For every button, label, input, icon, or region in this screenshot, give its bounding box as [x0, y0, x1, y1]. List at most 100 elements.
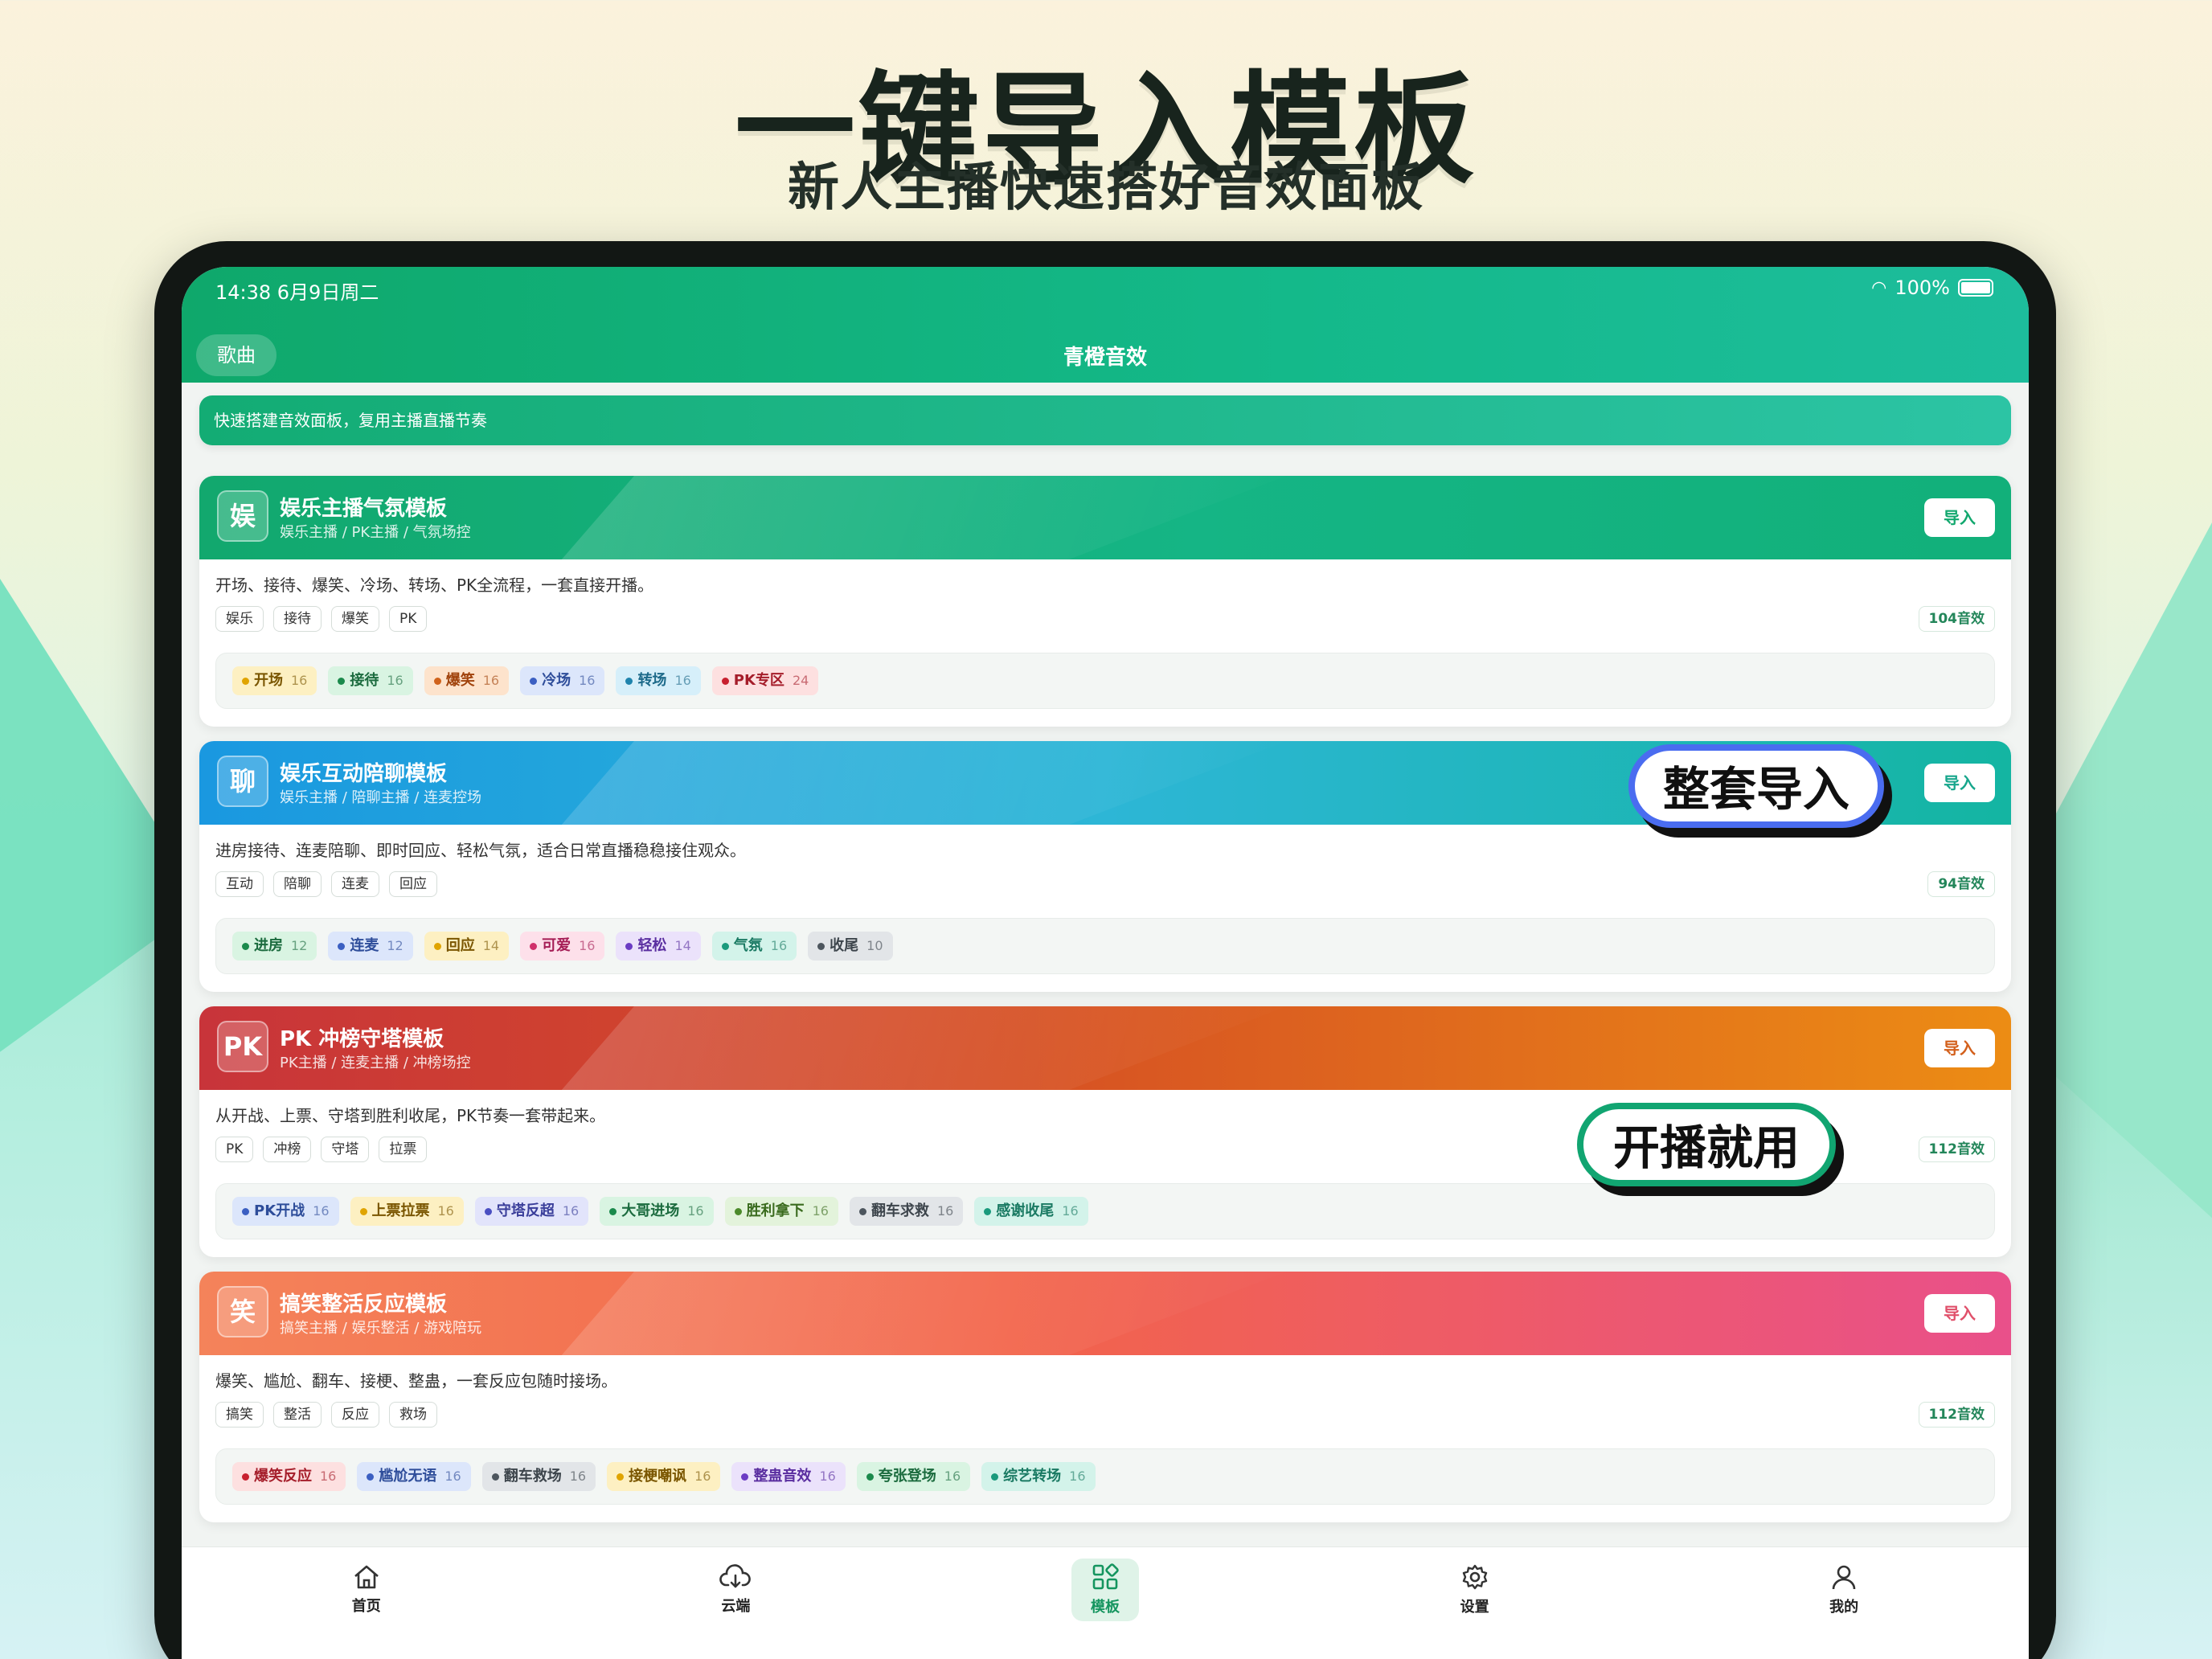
- sound-count: 94音效: [1927, 871, 1995, 897]
- tag: PK: [389, 606, 428, 632]
- tab-cloud[interactable]: 云端: [551, 1547, 921, 1659]
- template-list: 快速搭建音效面板，复用主播直播节奏 娱 娱乐主播气氛模板 娱乐主播 / PK主播…: [199, 395, 2011, 1522]
- tag: 回应: [389, 871, 437, 897]
- category-chip[interactable]: 尴尬无语 16: [357, 1462, 471, 1491]
- top-bar: 14:38 6月9日周二 ◠ 100% 歌曲 青橙音效: [182, 267, 2029, 383]
- tag: PK: [215, 1137, 254, 1162]
- tab-label: 云端: [721, 1598, 751, 1615]
- tab-label: 模板: [1090, 1599, 1120, 1616]
- category-chip[interactable]: 夸张登场 16: [856, 1462, 971, 1491]
- category-chip[interactable]: 整蛊音效 16: [731, 1462, 846, 1491]
- tag: 连麦: [331, 871, 379, 897]
- wifi-icon: ◠: [1871, 277, 1887, 298]
- category-chip[interactable]: 守塔反超 16: [474, 1197, 589, 1226]
- category-chips: 爆笑反应 16 尴尬无语 16 翻车救场 16 接梗嘲讽 16 整蛊音效 16 夸张登场 1…: [215, 1448, 1995, 1505]
- category-chip[interactable]: 轻松 14: [616, 932, 701, 961]
- tab-label: 首页: [351, 1598, 381, 1615]
- card-tags: 搞笑 整活 反应 救场: [215, 1402, 437, 1428]
- tag: 整活: [273, 1402, 322, 1428]
- tag: 陪聊: [273, 871, 322, 897]
- category-chip[interactable]: 回应 14: [424, 932, 510, 961]
- category-chip[interactable]: 接梗嘲讽 16: [607, 1462, 721, 1491]
- category-chips: PK开战 16 上票拉票 16 守塔反超 16 大哥进场 16 胜利拿下 16 翻车求救 1…: [215, 1183, 1995, 1239]
- import-button[interactable]: 导入: [1924, 1294, 1995, 1333]
- tag: 反应: [331, 1402, 379, 1428]
- template-card: 娱 娱乐主播气氛模板 娱乐主播 / PK主播 / 气氛场控 导入 开场、接待、爆…: [199, 476, 2011, 727]
- category-chip[interactable]: 翻车救场 16: [481, 1462, 596, 1491]
- category-chip[interactable]: 接待 16: [328, 666, 413, 695]
- category-chip[interactable]: 综艺转场 16: [981, 1462, 1096, 1491]
- import-button[interactable]: 导入: [1924, 1029, 1995, 1067]
- tab-label: 我的: [1829, 1599, 1859, 1616]
- category-chip[interactable]: 大哥进场 16: [600, 1197, 714, 1226]
- category-chip[interactable]: PK专区 24: [711, 666, 819, 695]
- callout-start-now: 开播就用: [1577, 1103, 1836, 1186]
- category-chip[interactable]: 连麦 12: [328, 932, 413, 961]
- card-description: 开场、接待、爆笑、冷场、转场、PK全流程，一套直接开播。: [215, 576, 654, 595]
- card-avatar: 娱: [217, 490, 268, 542]
- tag: 娱乐: [215, 606, 264, 632]
- tag: 拉票: [379, 1137, 428, 1162]
- app-title: 青橙音效: [1063, 346, 1147, 370]
- cloud-download-icon: 云端: [702, 1559, 769, 1621]
- card-title: PK 冲榜守塔模板: [280, 1027, 444, 1051]
- gear-icon: 设置: [1441, 1559, 1509, 1621]
- category-chip[interactable]: 进房 12: [232, 932, 317, 961]
- home-icon: 首页: [333, 1559, 400, 1621]
- tag: 守塔: [321, 1137, 370, 1162]
- category-chip[interactable]: 爆笑反应 16: [232, 1462, 346, 1491]
- tag: 救场: [389, 1402, 437, 1428]
- tab-home[interactable]: 首页: [182, 1547, 551, 1659]
- import-button[interactable]: 导入: [1924, 764, 1995, 802]
- category-chip[interactable]: 冷场 16: [520, 666, 605, 695]
- card-avatar: 笑: [217, 1286, 268, 1337]
- category-chip[interactable]: 感谢收尾 16: [974, 1197, 1088, 1226]
- sound-count: 112音效: [1918, 1137, 1995, 1162]
- tab-profile[interactable]: 我的: [1659, 1547, 2029, 1659]
- card-header: PK PK 冲榜守塔模板 PK主播 / 连麦主播 / 冲榜场控 导入: [199, 1006, 2011, 1090]
- category-chip[interactable]: PK开战 16: [232, 1197, 339, 1226]
- card-title: 娱乐互动陪聊模板: [280, 762, 448, 786]
- battery-percent: 100%: [1895, 276, 1950, 299]
- bottom-tab-bar: 首页 云端 模板 设置 我的: [182, 1546, 2029, 1659]
- card-header: 笑 搞笑整活反应模板 搞笑主播 / 娱乐整活 / 游戏陪玩 导入: [199, 1272, 2011, 1355]
- card-avatar: PK: [217, 1021, 268, 1072]
- category-chip[interactable]: 可爱 16: [520, 932, 605, 961]
- card-subtitle: PK主播 / 连麦主播 / 冲榜场控: [280, 1055, 471, 1071]
- card-subtitle: 娱乐主播 / 陪聊主播 / 连麦控场: [280, 789, 482, 806]
- category-chip[interactable]: 气氛 16: [711, 932, 797, 961]
- card-tags: 娱乐 接待 爆笑 PK: [215, 606, 428, 632]
- card-tags: 互动 陪聊 连麦 回应: [215, 871, 437, 897]
- grid-icon: 模板: [1071, 1559, 1139, 1621]
- tag: 搞笑: [215, 1402, 264, 1428]
- card-title: 娱乐主播气氛模板: [280, 497, 448, 521]
- card-description: 爆笑、尴尬、翻车、接梗、整蛊，一套反应包随时接场。: [215, 1371, 617, 1391]
- category-chip[interactable]: 上票拉票 16: [350, 1197, 464, 1226]
- category-chip[interactable]: 胜利拿下 16: [724, 1197, 838, 1226]
- category-chip[interactable]: 爆笑 16: [424, 666, 510, 695]
- card-header: 娱 娱乐主播气氛模板 娱乐主播 / PK主播 / 气氛场控 导入: [199, 476, 2011, 559]
- callout-whole-import: 整套导入: [1628, 744, 1884, 828]
- tab-templates[interactable]: 模板: [920, 1547, 1290, 1659]
- import-button[interactable]: 导入: [1924, 498, 1995, 537]
- card-subtitle: 搞笑主播 / 娱乐整活 / 游戏陪玩: [280, 1320, 482, 1337]
- sound-count: 104音效: [1918, 606, 1995, 632]
- promo-subline: 新人主播快速搭好音效面板: [788, 158, 1424, 218]
- category-chips: 开场 16 接待 16 爆笑 16 冷场 16 转场 16 PK专区 24: [215, 653, 1995, 709]
- app-screen: 14:38 6月9日周二 ◠ 100% 歌曲 青橙音效 快速搭建音效面板，复用主…: [182, 267, 2029, 1659]
- info-banner: 快速搭建音效面板，复用主播直播节奏: [199, 395, 2011, 445]
- tag: 互动: [215, 871, 264, 897]
- tab-label: 设置: [1460, 1599, 1489, 1616]
- category-chip[interactable]: 开场 16: [232, 666, 317, 695]
- tag: 冲榜: [263, 1137, 312, 1162]
- card-description: 从开战、上票、守塔到胜利收尾，PK节奏一套带起来。: [215, 1106, 606, 1125]
- tab-settings[interactable]: 设置: [1290, 1547, 1660, 1659]
- template-card: 笑 搞笑整活反应模板 搞笑主播 / 娱乐整活 / 游戏陪玩 导入 爆笑、尴尬、翻…: [199, 1272, 2011, 1522]
- status-time: 14:38 6月9日周二: [215, 281, 379, 304]
- category-chip[interactable]: 翻车求救 16: [849, 1197, 964, 1226]
- card-avatar: 聊: [217, 756, 268, 807]
- category-chip[interactable]: 转场 16: [616, 666, 701, 695]
- battery-icon: [1958, 279, 1993, 297]
- card-subtitle: 娱乐主播 / PK主播 / 气氛场控: [280, 524, 471, 541]
- category-chip[interactable]: 收尾 10: [808, 932, 893, 961]
